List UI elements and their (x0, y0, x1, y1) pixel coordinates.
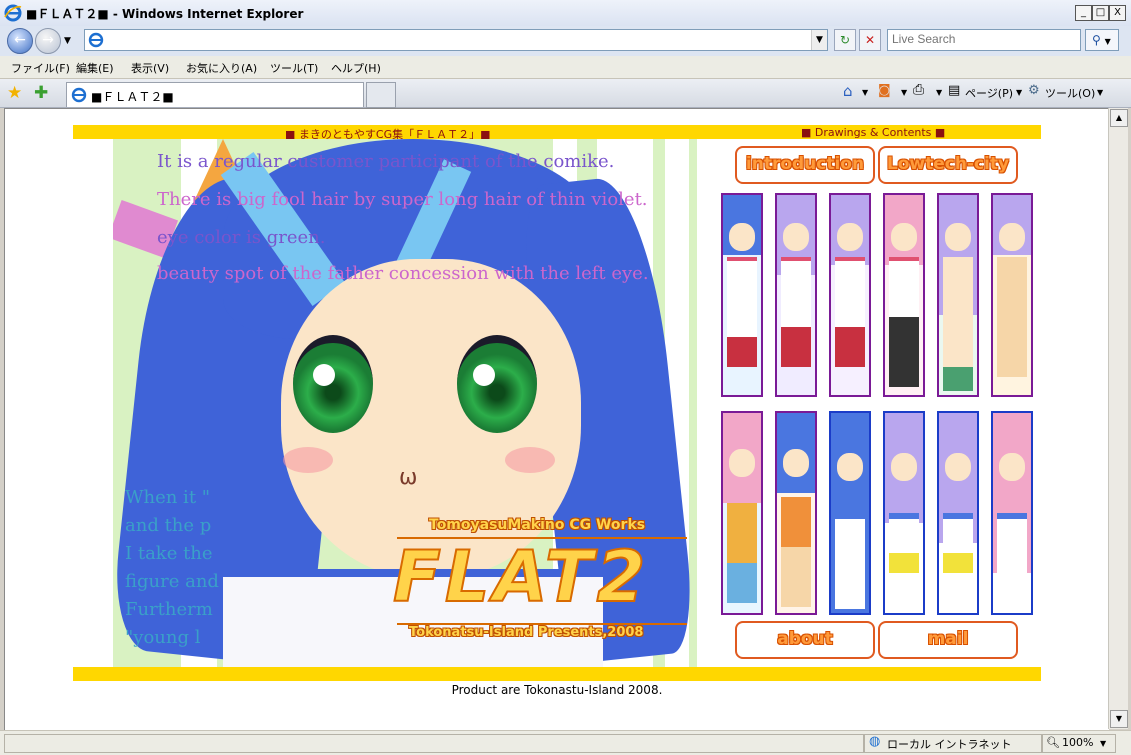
print-dropdown-icon[interactable]: ▼ (936, 88, 942, 97)
gallery-thumb-7[interactable] (721, 411, 763, 615)
status-message (4, 734, 864, 753)
vertical-scrollbar[interactable]: ▲ ▼ (1108, 108, 1128, 729)
address-dropdown-icon[interactable]: ▼ (811, 30, 827, 50)
art-lower-text-1: When it " (125, 487, 211, 508)
gallery-thumb-9[interactable] (829, 411, 871, 615)
gallery-thumb-3[interactable] (829, 193, 871, 397)
status-bar: ◍ ローカル イントラネット 🔍︎ 100% ▼ (0, 730, 1131, 755)
tab-title: ■ＦＬＡＴ２■ (91, 90, 174, 104)
search-button[interactable]: ⚲ ▼ (1085, 29, 1119, 51)
gallery-thumb-11[interactable] (937, 411, 979, 615)
search-box[interactable] (887, 29, 1082, 51)
history-dropdown-icon[interactable]: ▼ (64, 36, 71, 46)
stop-button[interactable]: ✕ (859, 29, 881, 51)
zone-label: ローカル イントラネット (887, 738, 1012, 751)
menu-tools[interactable]: ツール(T) (270, 60, 318, 76)
menu-favorites[interactable]: お気に入り(A) (186, 60, 257, 76)
logo-top-text: TomoyasuMakino CG Works (429, 517, 646, 533)
menu-bar: ファイル(F) 編集(E) 表示(V) お気に入り(A) ツール(T) ヘルプ(… (0, 56, 1131, 79)
feeds-icon[interactable]: ◙ (878, 83, 891, 98)
scroll-down-arrow-icon[interactable]: ▼ (1110, 710, 1128, 728)
search-options-icon[interactable]: ▼ (1105, 37, 1111, 46)
tab-bar: ★ ✚ ■ＦＬＡＴ２■ ⌂ ▼ ◙ ▼ ⎙ ▼ ▤ ページ(P) ▼ ⚙ ツール… (0, 79, 1131, 108)
page-viewport: ■ まきのともやすCG集「ＦＬＡＴ２」■ ■ Drawings & Conten… (4, 108, 1109, 731)
favorites-star-icon[interactable]: ★ (7, 83, 22, 103)
mouth: ω (399, 465, 418, 490)
feeds-dropdown-icon[interactable]: ▼ (901, 88, 907, 97)
address-toolbar: ← → ▼ ▼ ↻ ✕ ⚲ ▼ (0, 26, 1131, 56)
minimize-button[interactable]: _ (1075, 5, 1092, 21)
forward-arrow-icon: → (42, 32, 54, 48)
right-eye (457, 335, 537, 433)
refresh-button[interactable]: ↻ (834, 29, 856, 51)
art-text-line-4: beauty spot of the father concession wit… (157, 263, 649, 284)
maximize-button[interactable]: □ (1092, 5, 1109, 21)
new-tab-button[interactable] (366, 82, 396, 108)
add-favorite-icon[interactable]: ✚ (34, 83, 48, 103)
bottom-yellow-band (73, 667, 1041, 681)
gallery-thumb-5[interactable] (937, 193, 979, 397)
gallery-thumb-4[interactable] (883, 193, 925, 397)
address-bar[interactable]: ▼ (84, 29, 828, 51)
left-eye (293, 335, 373, 433)
gallery-thumb-1[interactable] (721, 193, 763, 397)
page-ie-icon (88, 32, 104, 48)
about-link[interactable]: about (735, 621, 875, 659)
tools-menu[interactable]: ツール(O) (1045, 85, 1095, 101)
gallery-thumb-6[interactable] (991, 193, 1033, 397)
back-button[interactable]: ← (7, 28, 33, 54)
title-bar: ■ＦＬＡＴ２■ - Windows Internet Explorer _ □ … (0, 0, 1131, 27)
gallery-thumb-2[interactable] (775, 193, 817, 397)
forward-button[interactable]: → (35, 28, 61, 54)
address-input[interactable] (107, 31, 807, 47)
mail-link[interactable]: mail (878, 621, 1018, 659)
gallery-thumb-8[interactable] (775, 411, 817, 615)
search-input[interactable] (888, 30, 1082, 48)
scroll-up-arrow-icon[interactable]: ▲ (1110, 109, 1128, 127)
ie-logo-icon (4, 4, 22, 22)
gallery-thumb-12[interactable] (991, 411, 1033, 615)
search-icon: ⚲ (1092, 33, 1101, 47)
page-icon: ▤ (948, 83, 961, 98)
menu-help[interactable]: ヘルプ(H) (331, 60, 381, 76)
main-artwork: ω It is a regular customer participant o… (113, 139, 697, 667)
print-icon[interactable]: ⎙ (913, 82, 924, 98)
close-button[interactable]: X (1109, 5, 1126, 21)
zoom-dropdown-icon[interactable]: ▼ (1100, 739, 1106, 748)
page-dropdown-icon[interactable]: ▼ (1016, 88, 1022, 97)
tab-flat2[interactable]: ■ＦＬＡＴ２■ (66, 82, 364, 107)
gallery-thumb-10[interactable] (883, 411, 925, 615)
art-text-line-3: eye color is green. (157, 227, 326, 248)
art-lower-text-6: "young l (125, 627, 201, 648)
lowtech-city-link[interactable]: Lowtech-city (878, 146, 1018, 184)
menu-edit[interactable]: 編集(E) (76, 60, 114, 76)
art-lower-text-3: I take the (125, 543, 213, 564)
gear-icon: ⚙ (1028, 83, 1040, 98)
back-arrow-icon: ← (14, 32, 26, 48)
art-text-line-2: There is big fool hair by super long hai… (157, 189, 648, 210)
home-icon[interactable]: ⌂ (843, 82, 853, 100)
home-dropdown-icon[interactable]: ▼ (862, 88, 868, 97)
contents-label: ■ Drawings & Contents ■ (801, 126, 946, 139)
logo-flat2: FLAT2 (392, 535, 650, 619)
art-lower-text-4: figure and (125, 571, 219, 592)
menu-file[interactable]: ファイル(F) (11, 60, 70, 76)
zoom-level: 100% (1062, 736, 1094, 749)
refresh-icon: ↻ (839, 33, 851, 47)
footer-credit: Product are Tokonastu-Island 2008. (451, 683, 663, 697)
introduction-link[interactable]: introduction (735, 146, 875, 184)
window-title: ■ＦＬＡＴ２■ - Windows Internet Explorer (26, 7, 304, 21)
page-menu[interactable]: ページ(P) (965, 85, 1013, 101)
menu-view[interactable]: 表示(V) (131, 60, 169, 76)
art-lower-text-2: and the p (125, 515, 212, 536)
tools-dropdown-icon[interactable]: ▼ (1097, 88, 1103, 97)
intranet-globe-icon: ◍ (869, 734, 881, 749)
art-lower-text-5: Furtherm (125, 599, 213, 620)
tab-ie-icon (71, 87, 87, 103)
art-text-line-1: It is a regular customer participant of … (157, 151, 615, 172)
top-yellow-band: ■ まきのともやすCG集「ＦＬＡＴ２」■ ■ Drawings & Conten… (73, 125, 1041, 141)
zoom-icon: 🔍︎ (1046, 736, 1060, 749)
logo-bottom-text: Tokonatsu-Island Presents,2008 (409, 625, 644, 640)
stop-icon: ✕ (864, 33, 876, 47)
